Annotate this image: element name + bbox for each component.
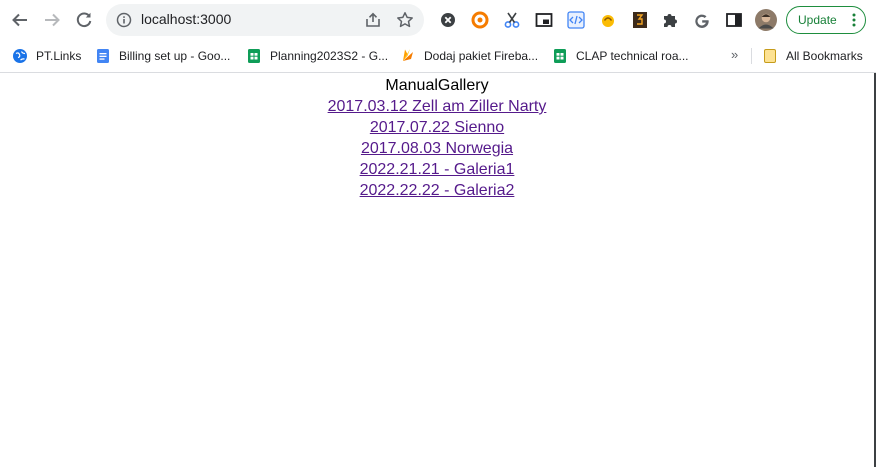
arrow-right-icon <box>45 13 60 27</box>
info-icon[interactable] <box>116 12 132 28</box>
firebase-icon <box>403 49 413 61</box>
globe-icon <box>13 49 27 63</box>
folder-icon <box>764 49 776 63</box>
bookmark-planning2023s2[interactable]: Planning2023S2 - G... <box>246 47 388 65</box>
all-bookmarks-button[interactable]: All Bookmarks <box>762 47 863 65</box>
bookmarks-separator <box>751 48 752 64</box>
gallery-link[interactable]: 2022.21.21 - Galeria1 <box>0 159 874 180</box>
update-button[interactable]: Update <box>786 6 866 34</box>
bookmark-dodaj-pakiet-firebase[interactable]: Dodaj pakiet Fireba... <box>400 47 538 65</box>
back-button[interactable] <box>8 8 32 32</box>
url-text[interactable]: localhost:3000 <box>141 11 231 27</box>
gallery-link[interactable]: 2017.08.03 Norwegia <box>0 138 874 159</box>
google-docs-icon <box>97 49 109 63</box>
extension-orange-ring-icon[interactable] <box>470 10 490 30</box>
extension-picture-in-picture-icon[interactable] <box>534 10 554 30</box>
extension-x-icon[interactable] <box>438 10 458 30</box>
side-panel-icon[interactable] <box>724 10 744 30</box>
bookmarks-overflow-button[interactable]: » <box>731 47 738 62</box>
bookmark-pt-links[interactable]: PT.Links <box>12 47 81 65</box>
extension-dark-square-icon[interactable] <box>630 10 650 30</box>
browser-toolbar: localhost:3000 Update <box>0 0 876 40</box>
bookmark-label: PT.Links <box>36 49 82 63</box>
reload-icon <box>76 12 92 28</box>
share-icon[interactable] <box>364 11 382 29</box>
bookmark-label: CLAP technical roa... <box>576 49 689 63</box>
google-sheets-icon <box>248 49 260 63</box>
gallery-link[interactable]: 2022.22.22 - Galeria2 <box>0 180 874 201</box>
extension-code-icon[interactable] <box>566 10 586 30</box>
address-bar[interactable]: localhost:3000 <box>106 4 424 36</box>
update-label: Update <box>798 13 837 27</box>
extension-yellow-icon[interactable] <box>598 10 618 30</box>
extension-google-g-icon[interactable] <box>692 10 712 30</box>
gallery-link[interactable]: 2017.07.22 Sienno <box>0 117 874 138</box>
reload-button[interactable] <box>72 8 96 32</box>
gallery-link[interactable]: 2017.03.12 Zell am Ziller Narty <box>0 96 874 117</box>
bookmark-label: Billing set up - Goo... <box>119 49 231 63</box>
bookmark-label: Dodaj pakiet Fireba... <box>424 49 539 63</box>
bookmark-clap-technical-roadmap[interactable]: CLAP technical roa... <box>552 47 689 65</box>
bookmark-label: Planning2023S2 - G... <box>270 49 389 63</box>
star-icon[interactable] <box>396 11 414 29</box>
more-vertical-icon <box>852 13 856 27</box>
page-content: ManualGallery 2017.03.12 Zell am Ziller … <box>0 75 874 201</box>
extensions-puzzle-icon[interactable] <box>660 10 680 30</box>
forward-button[interactable] <box>40 8 64 32</box>
all-bookmarks-label: All Bookmarks <box>786 49 863 63</box>
arrow-left-icon <box>12 13 27 27</box>
page-title: ManualGallery <box>385 77 489 94</box>
bookmark-billing-setup[interactable]: Billing set up - Goo... <box>95 47 230 65</box>
profile-avatar[interactable] <box>755 9 777 31</box>
google-sheets-icon <box>554 49 566 63</box>
extension-scissors-icon[interactable] <box>502 10 522 30</box>
bookmarks-bar: PT.Links Billing set up - Goo... Plannin… <box>0 40 876 73</box>
